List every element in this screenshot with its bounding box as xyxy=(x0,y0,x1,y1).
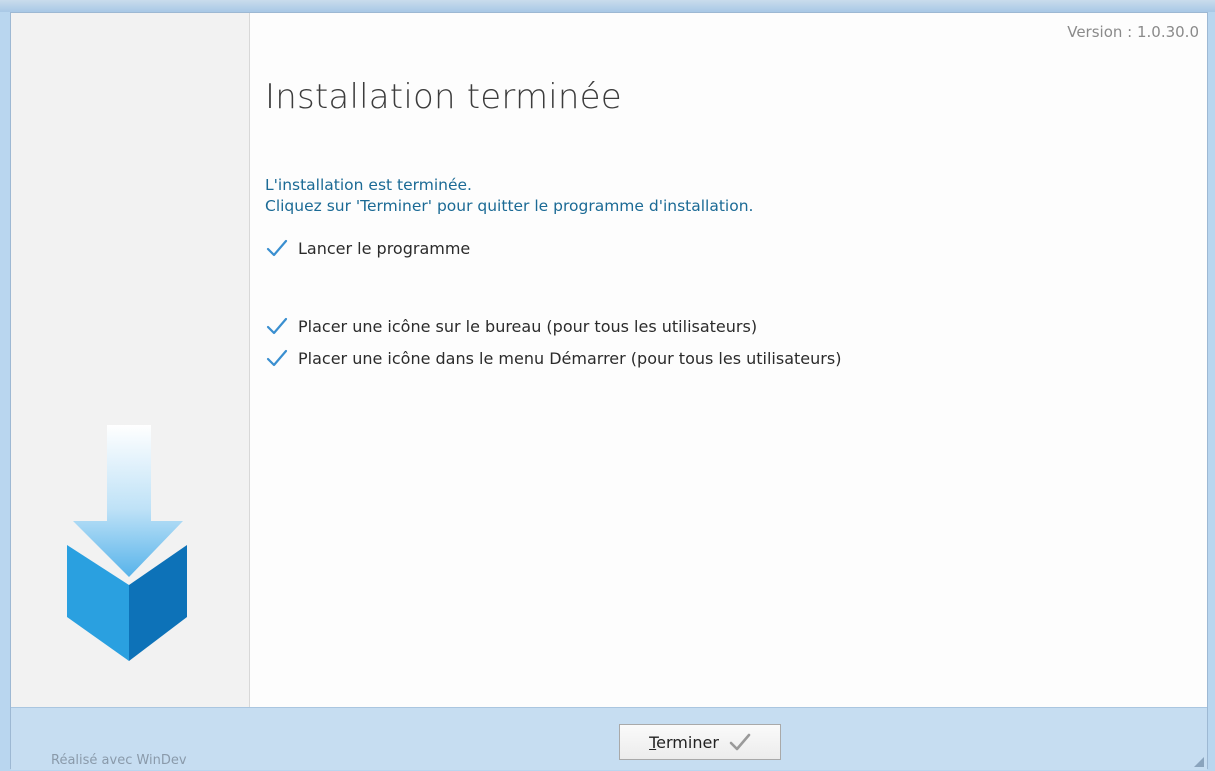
desktop-icon-label: Placer une icône sur le bureau (pour tou… xyxy=(298,316,758,336)
launch-program-label: Lancer le programme xyxy=(298,238,471,258)
page-title: Installation terminée xyxy=(265,77,622,117)
checkmark-icon[interactable] xyxy=(265,315,289,337)
left-panel xyxy=(11,13,250,707)
message-line-1: L'installation est terminée. xyxy=(265,176,472,194)
launch-program-checkbox[interactable]: Lancer le programme xyxy=(265,237,470,259)
download-box-icon xyxy=(67,425,187,661)
desktop-icon-checkbox[interactable]: Placer une icône sur le bureau (pour tou… xyxy=(265,315,757,337)
resize-grip-icon[interactable] xyxy=(1194,757,1204,767)
finish-button[interactable]: Terminer xyxy=(619,724,781,760)
start-menu-icon-checkbox[interactable]: Placer une icône dans le menu Démarrer (… xyxy=(265,347,841,369)
message-line-2: Cliquez sur 'Terminer' pour quitter le p… xyxy=(265,197,754,215)
windev-credit: Réalisé avec WinDev xyxy=(51,753,187,768)
checkmark-icon[interactable] xyxy=(265,347,289,369)
version-label: Version : 1.0.30.0 xyxy=(1067,23,1199,41)
gray-checkmark-icon xyxy=(729,733,751,751)
finish-button-text: erminer xyxy=(656,732,719,752)
start-menu-icon-label: Placer une icône dans le menu Démarrer (… xyxy=(298,348,842,368)
completion-message: L'installation est terminée. Cliquez sur… xyxy=(265,175,753,217)
finish-button-label: Terminer xyxy=(649,733,719,752)
footer-bar: Réalisé avec WinDev Terminer xyxy=(11,707,1207,770)
title-bar-strip xyxy=(0,0,1215,12)
checkmark-icon[interactable] xyxy=(265,237,289,259)
installer-window: Version : 1.0.30.0 Installation terminée… xyxy=(10,12,1208,770)
